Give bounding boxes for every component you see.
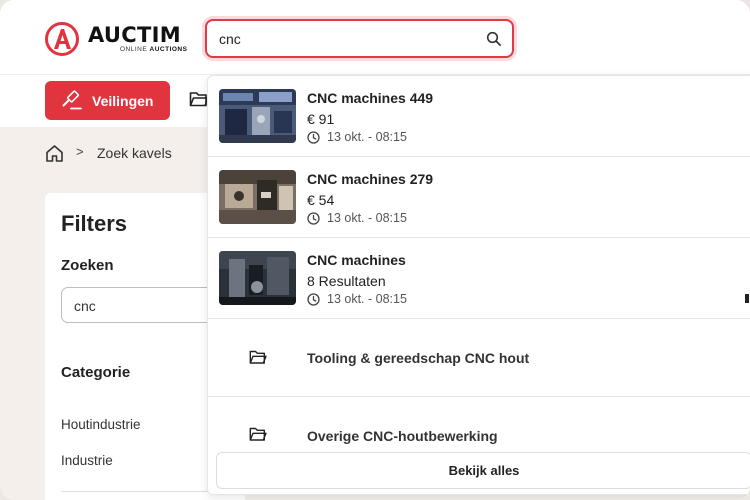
folder-icon [249, 427, 267, 441]
suggestion-title: CNC machines 449 [307, 90, 434, 106]
lot-thumbnail [219, 89, 296, 143]
search-suggestions-dropdown: CNC machines 449 € 91 13 okt. - 08:15 CN… [207, 75, 750, 495]
brand-tagline: ONLINE AUCTIONS [120, 46, 188, 53]
clock-icon [307, 212, 320, 225]
search-icon[interactable] [486, 31, 502, 47]
auctions-button-label: Veilingen [92, 93, 154, 109]
scrollbar-marker [745, 294, 749, 303]
breadcrumb-current: Zoek kavels [97, 145, 172, 161]
suggestion-category[interactable]: Tooling & gereedschap CNC hout [208, 319, 750, 397]
suggestion-title: CNC machines 279 [307, 171, 434, 187]
suggestion-price: € 91 [307, 111, 335, 127]
filters-search-heading: Zoeken [61, 257, 114, 274]
filters-title: Filters [61, 211, 128, 236]
brand-logo[interactable]: AUCTIM ONLINE AUCTIONS [45, 22, 188, 56]
app-window: AUCTIM ONLINE AUCTIONS Veilingen [0, 0, 750, 500]
filters-search-value: cnc [74, 298, 96, 314]
suggestion-result-count: 8 Resultaten [307, 273, 386, 289]
suggestion-price: € 54 [307, 192, 335, 208]
clock-icon [307, 131, 320, 144]
search-input[interactable] [219, 30, 469, 48]
suggestion-category-label: Tooling & gereedschap CNC hout [307, 350, 530, 366]
view-all-button[interactable]: Bekijk alles [216, 452, 750, 489]
clock-icon [307, 293, 320, 306]
folder-icon [249, 350, 267, 364]
gavel-icon [62, 90, 82, 110]
suggestion-category-label: Overige CNC-houtbewerking [307, 428, 498, 444]
lot-thumbnail [219, 170, 296, 224]
brand-name: AUCTIM [88, 23, 181, 47]
suggestion-lot[interactable]: CNC machines 449 € 91 13 okt. - 08:15 [208, 76, 750, 157]
category-option[interactable]: Industrie [61, 453, 113, 468]
breadcrumb-separator: > [76, 144, 84, 159]
suggestion-lot[interactable]: CNC machines 279 € 54 13 okt. - 08:15 [208, 157, 750, 238]
search-box[interactable] [205, 19, 514, 58]
suggestion-title: CNC machines [307, 252, 406, 268]
auctions-button[interactable]: Veilingen [45, 81, 170, 120]
header: AUCTIM ONLINE AUCTIONS [0, 0, 750, 75]
home-icon[interactable] [45, 144, 64, 163]
lot-thumbnail [219, 251, 296, 305]
auctim-logo-icon [45, 22, 79, 56]
folder-icon[interactable] [189, 90, 209, 108]
suggestion-collection[interactable]: CNC machines 8 Resultaten 13 okt. - 08:1… [208, 238, 750, 319]
filters-category-heading: Categorie [61, 364, 131, 381]
category-option[interactable]: Houtindustrie [61, 417, 141, 432]
